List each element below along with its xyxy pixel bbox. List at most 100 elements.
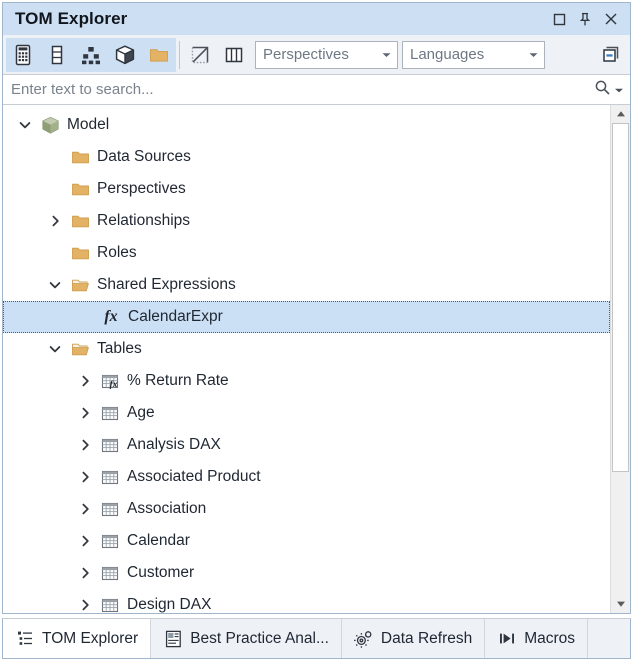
chevron-right-icon[interactable]	[73, 557, 97, 589]
toolbar-right-group	[593, 38, 627, 72]
tree-item-label: Shared Expressions	[93, 269, 236, 301]
tree-item[interactable]: Shared Expressions	[3, 269, 610, 301]
tree-item[interactable]: Analysis DAX	[3, 429, 610, 461]
float-window-button[interactable]	[546, 7, 572, 31]
tree-list-icon	[15, 629, 35, 649]
chevron-right-icon[interactable]	[43, 205, 67, 237]
chevron-right-icon[interactable]	[73, 525, 97, 557]
tree-item[interactable]: Perspectives	[3, 173, 610, 205]
calculated-table-icon: fx	[97, 365, 123, 397]
chevron-down-icon[interactable]	[375, 42, 397, 68]
folder-icon	[67, 173, 93, 205]
object-tree[interactable]: ModelData SourcesPerspectivesRelationshi…	[3, 105, 610, 613]
table-icon	[97, 461, 123, 493]
tree-item[interactable]: Design DAX	[3, 589, 610, 613]
chevron-right-icon[interactable]	[73, 493, 97, 525]
tree-item-label: Analysis DAX	[123, 429, 221, 461]
search-input[interactable]	[11, 81, 594, 98]
tree-item-label: Association	[123, 493, 206, 525]
toolbar: Perspectives Languages	[3, 35, 630, 75]
search-controls	[594, 79, 624, 100]
tab-macros[interactable]: Macros	[485, 619, 588, 658]
calculator-icon	[13, 44, 33, 66]
chevron-down-icon[interactable]	[43, 333, 67, 365]
tree-indent-spacer	[74, 301, 98, 333]
columns-icon	[223, 45, 245, 65]
chevron-right-icon[interactable]	[73, 397, 97, 429]
search-bar	[3, 75, 630, 105]
tab-best-practice-anal[interactable]: Best Practice Anal...	[151, 619, 342, 658]
model-cube-icon	[37, 109, 63, 141]
perspectives-value: Perspectives	[256, 46, 375, 63]
chevron-right-icon[interactable]	[73, 365, 97, 397]
scroll-down-button[interactable]	[611, 595, 630, 613]
scroll-up-button[interactable]	[611, 105, 630, 123]
tree-item-label: Roles	[93, 237, 137, 269]
toolbar-separator	[179, 41, 180, 69]
scrollbar-thumb[interactable]	[612, 123, 629, 472]
tree-item[interactable]: Association	[3, 493, 610, 525]
tab-data-refresh[interactable]: Data Refresh	[342, 619, 485, 658]
hierarchy-icon	[80, 44, 102, 66]
tree-item[interactable]: Age	[3, 397, 610, 429]
svg-text:fx: fx	[110, 380, 118, 390]
bottom-tab-bar: TOM Explorer Best Practice Anal... Data Re…	[2, 618, 631, 659]
show-hierarchies-button[interactable]	[74, 38, 108, 72]
tree-item[interactable]: fx % Return Rate	[3, 365, 610, 397]
page-title: TOM Explorer	[15, 9, 127, 29]
tree-item[interactable]: Tables	[3, 333, 610, 365]
show-partitions-button[interactable]	[108, 38, 142, 72]
table-icon	[97, 589, 123, 613]
languages-select[interactable]: Languages	[402, 41, 545, 69]
tree-item-label: CalendarExpr	[124, 301, 223, 333]
show-folders-button[interactable]	[142, 38, 176, 72]
cascade-windows-icon	[599, 44, 621, 66]
folder-icon	[67, 205, 93, 237]
analyzer-doc-icon	[163, 629, 183, 649]
chevron-right-icon[interactable]	[73, 429, 97, 461]
tree-item[interactable]: Model	[3, 109, 610, 141]
explorer-pane: TOM Explorer	[2, 2, 631, 614]
tab-label: Best Practice Anal...	[190, 630, 329, 648]
chevron-right-icon[interactable]	[73, 461, 97, 493]
chevron-down-icon[interactable]	[13, 109, 37, 141]
table-icon	[97, 525, 123, 557]
show-columns-button[interactable]	[40, 38, 74, 72]
folder-icon	[148, 45, 170, 65]
show-hidden-button[interactable]	[183, 38, 217, 72]
pin-window-button[interactable]	[572, 7, 598, 31]
tree-indent-spacer	[43, 141, 67, 173]
tree-item[interactable]: Associated Product	[3, 461, 610, 493]
chevron-down-icon[interactable]	[522, 42, 544, 68]
tree-vertical-scrollbar[interactable]	[610, 105, 630, 613]
folder-icon	[67, 141, 93, 173]
tree-item-selected[interactable]: fxCalendarExpr	[3, 301, 610, 333]
table-rows-icon	[47, 44, 67, 66]
tab-tom-explorer[interactable]: TOM Explorer	[3, 619, 151, 658]
tree-item-label: % Return Rate	[123, 365, 229, 397]
close-window-button[interactable]	[598, 7, 624, 31]
fx-icon: fx	[98, 301, 124, 333]
tree-item-label: Associated Product	[123, 461, 261, 493]
show-measures-button[interactable]	[6, 38, 40, 72]
chevron-right-icon[interactable]	[73, 589, 97, 613]
show-columns-grid-button[interactable]	[217, 38, 251, 72]
search-options-chevron-down-icon[interactable]	[614, 81, 624, 98]
tree-item[interactable]: Calendar	[3, 525, 610, 557]
triangle-down-icon	[616, 600, 626, 608]
perspectives-select[interactable]: Perspectives	[255, 41, 398, 69]
tree-item[interactable]: Roles	[3, 237, 610, 269]
tree-item-label: Calendar	[123, 525, 190, 557]
triangle-up-icon	[616, 110, 626, 118]
cube-icon	[114, 44, 136, 66]
tree-item[interactable]: Data Sources	[3, 141, 610, 173]
tree-item[interactable]: Relationships	[3, 205, 610, 237]
search-icon[interactable]	[594, 79, 611, 100]
tree-item-label: Customer	[123, 557, 194, 589]
chevron-down-icon[interactable]	[43, 269, 67, 301]
table-icon	[97, 557, 123, 589]
tree-item-label: Model	[63, 109, 109, 141]
scrollbar-track[interactable]	[611, 123, 630, 595]
collapse-all-button[interactable]	[593, 38, 627, 72]
tree-item[interactable]: Customer	[3, 557, 610, 589]
